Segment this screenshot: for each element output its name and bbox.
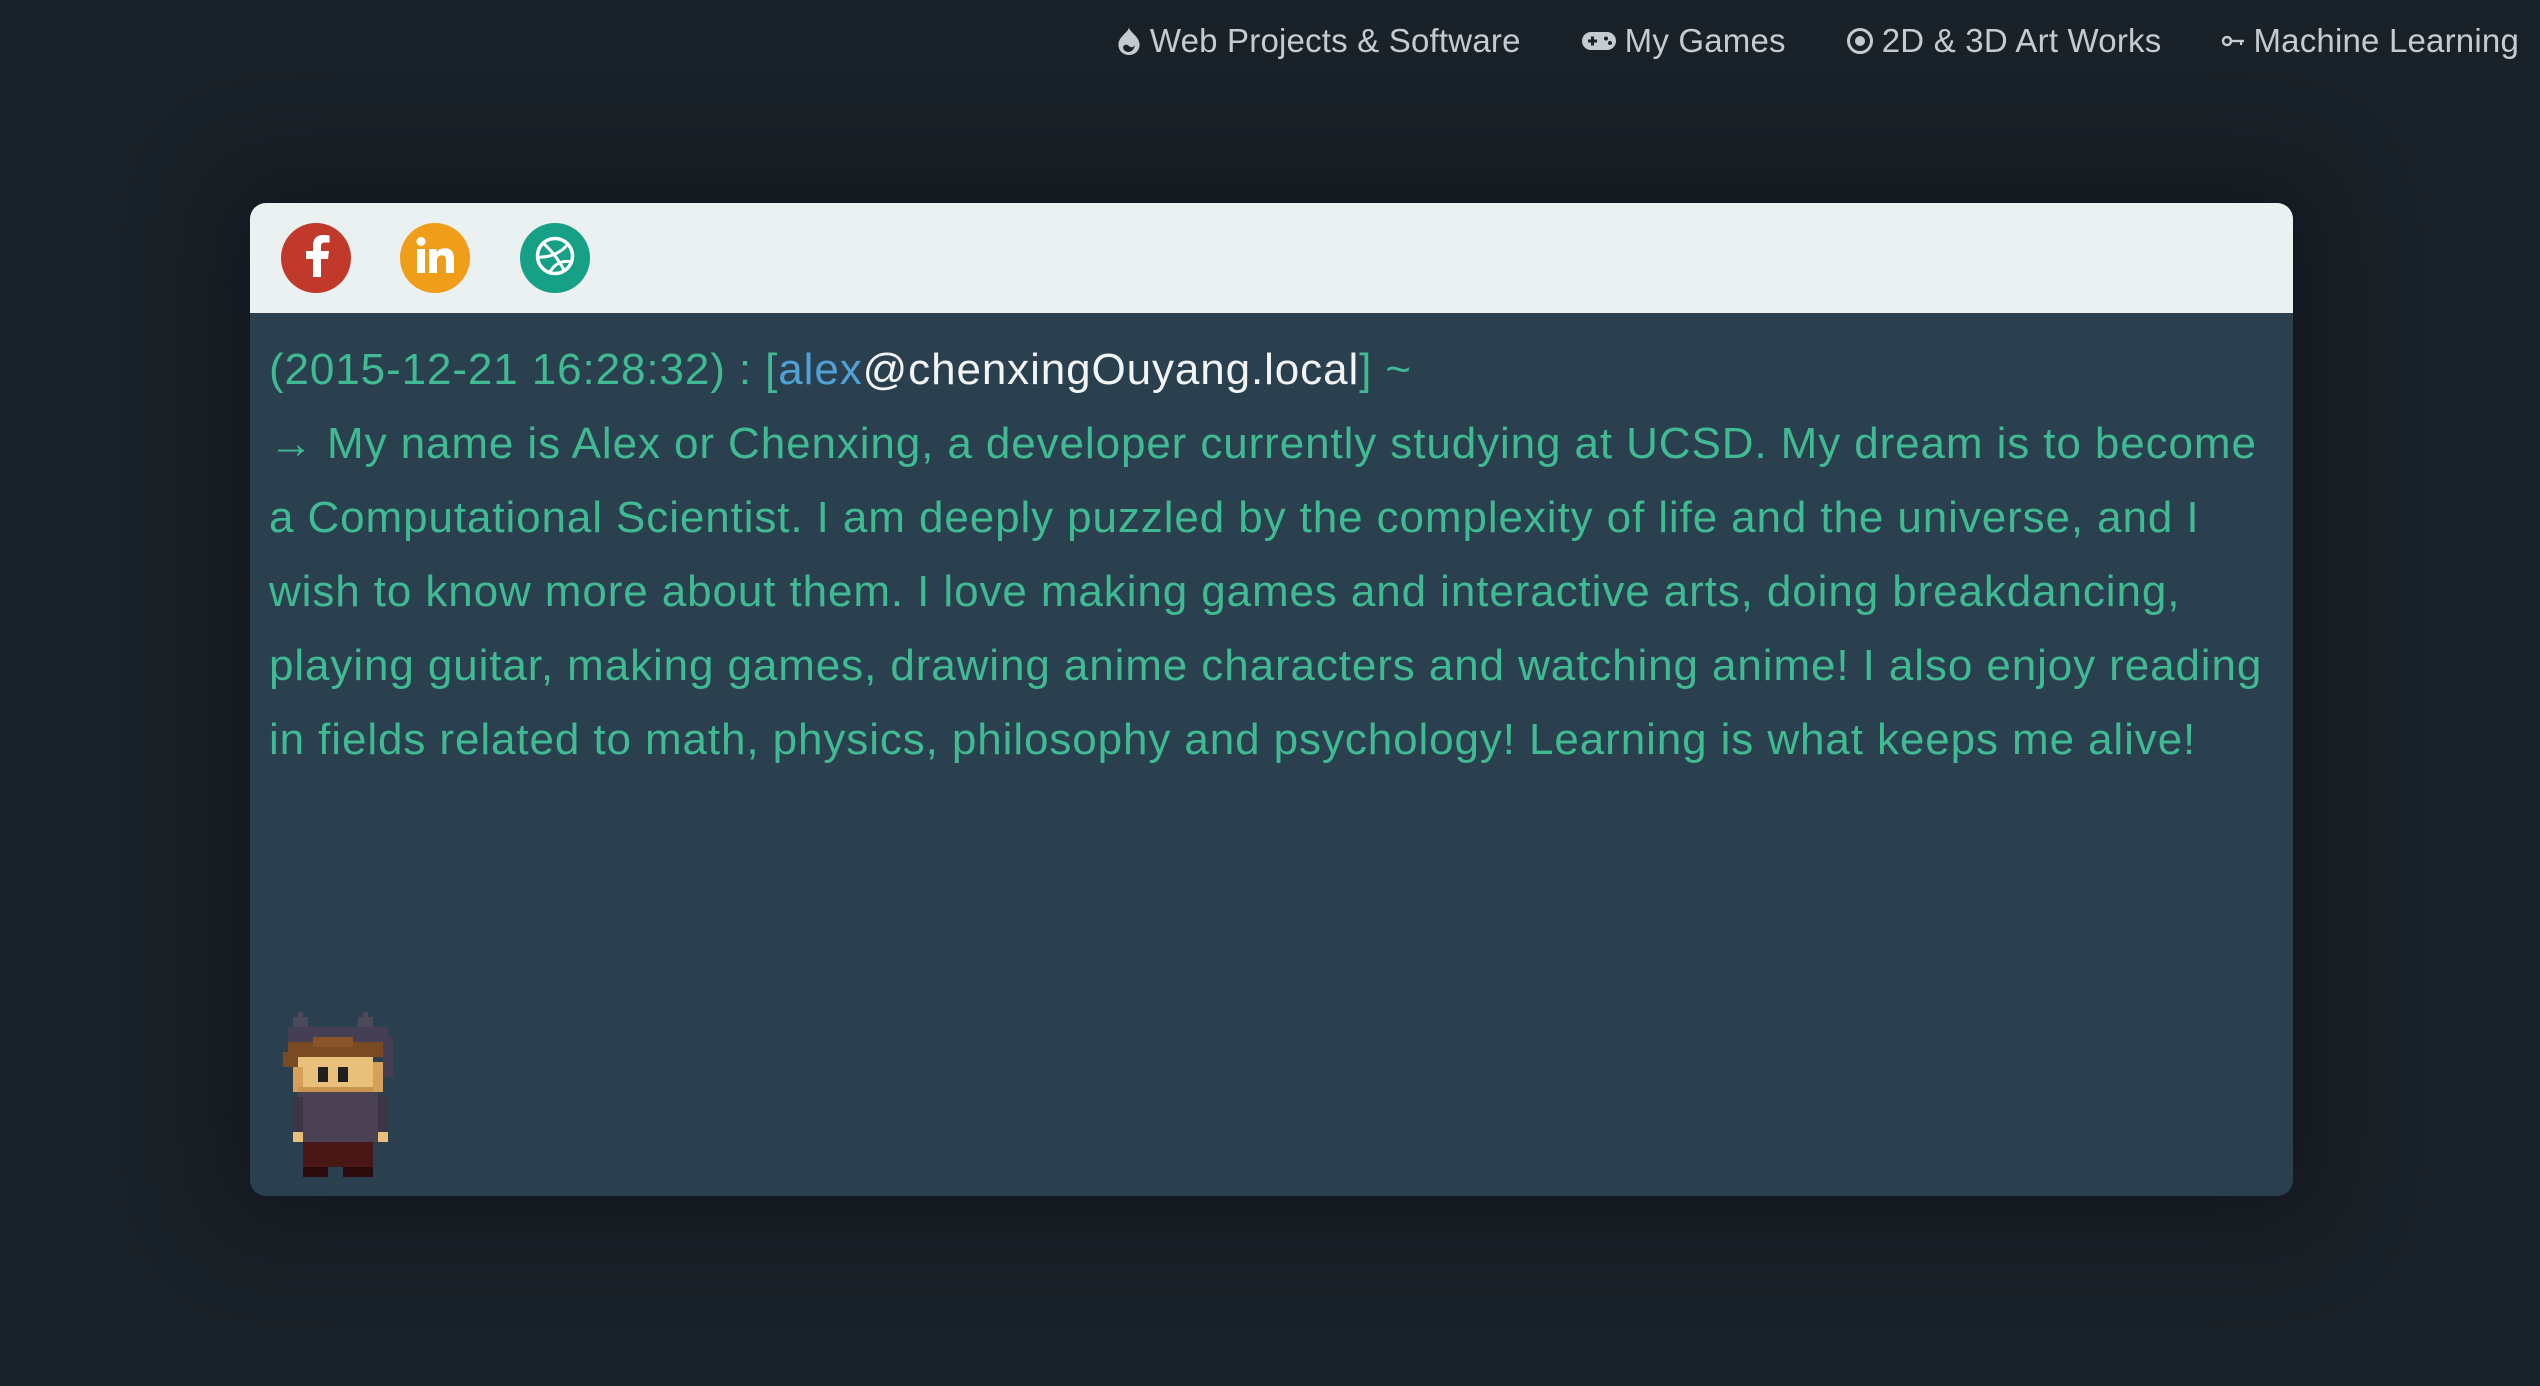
terminal-output: (2015-12-21 16:28:32) : [alex@chenxingOu…: [250, 313, 2293, 777]
bio-message: → My name is Alex or Chenxing, a develop…: [269, 407, 2263, 777]
nav-my-games-label: My Games: [1624, 22, 1786, 59]
nav-web-projects[interactable]: Web Projects & Software: [1116, 22, 1521, 60]
facebook-icon: [299, 233, 333, 284]
nav-art-works[interactable]: 2D & 3D Art Works: [1846, 22, 2162, 60]
terminal-window: (2015-12-21 16:28:32) : [alex@chenxingOu…: [250, 203, 2293, 1196]
nav-machine-learning-label: Machine Learning: [2253, 22, 2519, 59]
arrow-icon: →: [269, 419, 314, 468]
key-icon: [2221, 34, 2245, 48]
dribbble-button[interactable]: [520, 223, 590, 293]
drupal-icon: [1116, 26, 1142, 56]
linkedin-icon: [413, 234, 457, 283]
terminal-titlebar: [250, 203, 2293, 313]
gamepad-icon: [1581, 29, 1617, 53]
nav-web-projects-label: Web Projects & Software: [1149, 22, 1521, 59]
bio-text: My name is Alex or Chenxing, a developer…: [269, 419, 2263, 764]
linkedin-button[interactable]: [400, 223, 470, 293]
nav-art-works-label: 2D & 3D Art Works: [1881, 22, 2162, 59]
prompt-line: (2015-12-21 16:28:32) : [alex@chenxingOu…: [269, 333, 2263, 407]
dribbble-icon: [533, 234, 577, 283]
pixel-character-avatar: [283, 1012, 403, 1192]
facebook-button[interactable]: [281, 223, 351, 293]
prompt-suffix: ] ~: [1359, 345, 1412, 394]
nav-machine-learning[interactable]: Machine Learning: [2221, 22, 2519, 60]
prompt-user: alex: [778, 345, 863, 394]
nav-my-games[interactable]: My Games: [1581, 22, 1786, 60]
prompt-separator: : [: [725, 345, 779, 394]
prompt-host: @chenxingOuyang.local: [862, 345, 1360, 394]
top-navigation: Web Projects & Software My Games 2D & 3D…: [1116, 22, 2519, 60]
prompt-timestamp: (2015-12-21 16:28:32): [269, 345, 726, 394]
target-icon: [1846, 27, 1874, 55]
